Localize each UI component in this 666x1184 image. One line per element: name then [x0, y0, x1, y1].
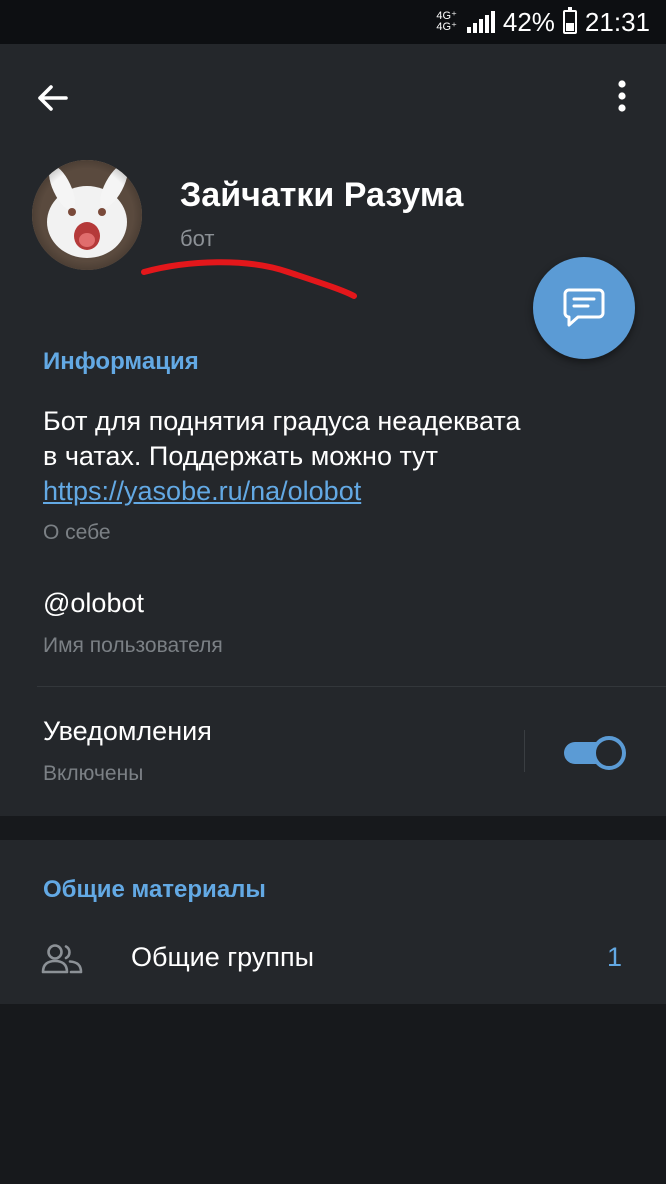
network-type: 4G⁺ 4G⁺	[436, 11, 456, 33]
status-bar: 4G⁺ 4G⁺ 42% 21:31	[0, 0, 666, 44]
more-options-button[interactable]	[600, 74, 644, 118]
username-caption: Имя пользователя	[43, 634, 223, 657]
avatar[interactable]	[32, 160, 142, 270]
arrow-left-icon	[38, 85, 68, 111]
status-indicators: 4G⁺ 4G⁺ 42% 21:31	[436, 0, 650, 44]
status-time: 21:31	[584, 6, 650, 37]
groups-icon	[41, 944, 83, 974]
notifications-toggle[interactable]	[564, 736, 626, 770]
common-groups-row[interactable]: Общие группы 1	[0, 926, 666, 992]
send-message-button[interactable]	[533, 257, 635, 359]
info-section-title: Информация	[43, 348, 199, 375]
bio-link[interactable]: https://yasobe.ru/na/olobot	[43, 474, 623, 509]
profile-status: бот	[180, 226, 215, 251]
bio-line-1: Бот для поднятия градуса неадеквата	[43, 406, 521, 436]
shared-section-title: Общие материалы	[43, 876, 266, 903]
back-button[interactable]	[30, 76, 74, 120]
toggle-knob	[592, 736, 626, 770]
bio-caption: О себе	[43, 521, 111, 544]
more-vertical-icon	[618, 80, 626, 112]
bio-text: Бот для поднятия градуса неадеквата в ча…	[43, 404, 623, 509]
message-icon	[563, 288, 605, 327]
common-groups-label: Общие группы	[131, 942, 314, 972]
common-groups-count: 1	[607, 942, 623, 972]
vertical-divider	[524, 730, 525, 772]
profile-name: Зайчатки Разума	[180, 176, 464, 214]
notifications-state: Включены	[43, 762, 144, 785]
rabbit-avatar-image	[32, 160, 142, 270]
divider	[37, 686, 666, 687]
battery-percent: 42%	[502, 6, 555, 37]
username-value[interactable]: @olobot	[43, 588, 144, 619]
signal-icon	[466, 11, 495, 33]
bio-line-2: в чатах. Поддержать можно тут	[43, 441, 439, 471]
battery-icon	[562, 7, 577, 34]
network-type-bottom: 4G⁺	[436, 21, 457, 33]
red-underline-annotation	[141, 259, 357, 299]
notifications-label[interactable]: Уведомления	[43, 716, 212, 747]
